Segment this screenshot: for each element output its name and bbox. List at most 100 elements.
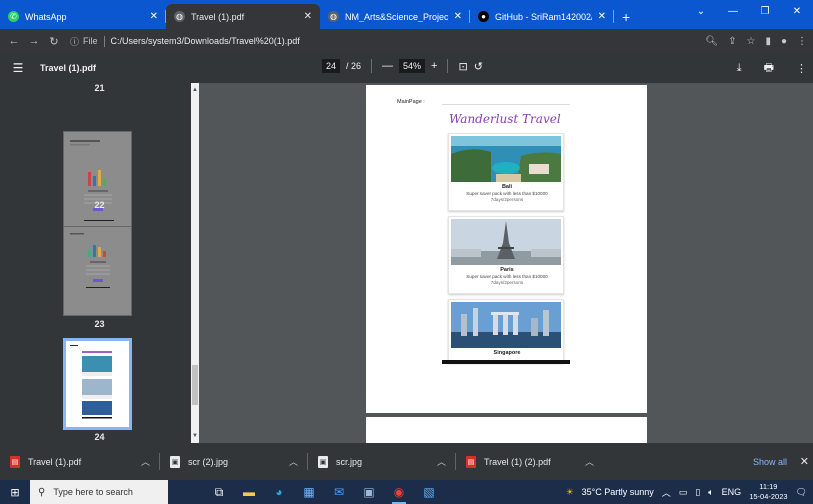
- zoom-icon[interactable]: 🔍︎: [705, 36, 718, 47]
- pdf-page-25: [366, 417, 647, 443]
- thumbnail-number: 22: [94, 200, 105, 210]
- sidepanel-icon[interactable]: ▮: [765, 36, 771, 47]
- search-icon: ⚲: [38, 486, 46, 498]
- tab-nm-arts-science[interactable]: ◍ NM_Arts&Science_Project_Docu ✕: [320, 4, 470, 29]
- profile-icon[interactable]: ●: [781, 36, 787, 47]
- tab-github[interactable]: ● GitHub - SriRam142002/Travel-p ✕: [470, 4, 614, 29]
- task-view-icon[interactable]: ⧉: [204, 480, 234, 504]
- close-icon[interactable]: ✕: [800, 443, 809, 480]
- sidebar-scroll-thumb[interactable]: [192, 365, 198, 405]
- new-tab-button[interactable]: +: [614, 4, 638, 29]
- hamburger-menu-icon[interactable]: ☰: [0, 61, 36, 75]
- scroll-up-arrow[interactable]: ▲: [191, 85, 199, 95]
- tab-travel-pdf[interactable]: ◍ Travel (1).pdf ✕: [166, 4, 320, 29]
- download-item-scr-jpg[interactable]: ▣ scr.jpg ︿: [308, 443, 456, 480]
- chevron-up-icon[interactable]: ︿: [437, 455, 446, 468]
- language-indicator[interactable]: ENG: [722, 487, 742, 497]
- thumbnail-preview: [70, 233, 110, 288]
- downloads-bar: ▤ Travel (1).pdf ︿ ▣ scr (2).jpg ︿ ▣ scr…: [0, 443, 813, 480]
- forward-button[interactable]: →: [24, 35, 44, 47]
- download-item-scr-2-jpg[interactable]: ▣ scr (2).jpg ︿: [160, 443, 308, 480]
- download-item-travel-2-pdf[interactable]: ▤ Travel (1) (2).pdf ︿: [456, 443, 604, 480]
- network-icon[interactable]: ▭: [679, 487, 688, 498]
- search-placeholder: Type here to search: [53, 487, 133, 497]
- clock-date: 15-04-2023: [749, 492, 788, 501]
- pdf-toolbar: ☰ Travel (1).pdf 24 / 26 — 54% + ⊡ ↺ ⤓ 🖶…: [0, 53, 813, 83]
- maximize-button[interactable]: ❐: [749, 0, 781, 22]
- tab-label: GitHub - SriRam142002/Travel-p: [495, 11, 592, 22]
- chevron-down-icon[interactable]: ⌄: [685, 0, 717, 22]
- close-window-button[interactable]: ✕: [781, 0, 813, 22]
- minimize-button[interactable]: —: [717, 0, 749, 22]
- thumbnail-page-24-selected[interactable]: [63, 338, 132, 430]
- info-icon[interactable]: ⓘ: [70, 35, 79, 48]
- weather-text[interactable]: 35°C Partly sunny: [582, 487, 654, 497]
- download-item-travel-pdf[interactable]: ▤ Travel (1).pdf ︿: [0, 443, 160, 480]
- chevron-up-icon[interactable]: ︿: [289, 455, 298, 468]
- card-description: Super saver pack with less than $10000: [466, 191, 548, 196]
- thumbnail-number: 21: [94, 83, 105, 93]
- page-total: / 26: [346, 61, 362, 71]
- card-duration: 7days/2persons: [490, 280, 524, 285]
- chrome-icon[interactable]: ◉: [384, 480, 414, 504]
- zoom-input[interactable]: 54%: [399, 59, 426, 73]
- share-icon[interactable]: ⇪: [728, 36, 736, 47]
- rotate-icon[interactable]: ↺: [474, 60, 483, 73]
- chevron-up-icon[interactable]: ︿: [585, 455, 594, 468]
- more-options-icon[interactable]: ⋮: [796, 62, 807, 75]
- volume-icon[interactable]: 🔈︎: [708, 487, 713, 498]
- thumbnail-preview: [70, 140, 114, 221]
- tray-chevron-icon[interactable]: ︿: [662, 486, 671, 499]
- window-controls: ⌄ — ❐ ✕: [685, 0, 813, 22]
- reload-button[interactable]: ↻: [44, 35, 64, 48]
- close-icon[interactable]: ✕: [454, 11, 462, 22]
- download-icon[interactable]: ⤓: [737, 62, 742, 75]
- thumbnail-page-23[interactable]: [63, 226, 132, 316]
- pdf-file-icon: ▤: [466, 455, 476, 468]
- kebab-menu-icon[interactable]: ⋮: [797, 36, 807, 47]
- windows-start-icon[interactable]: ⊞: [0, 486, 30, 499]
- clock[interactable]: 11:19 15-04-2023: [749, 482, 787, 502]
- omnibox[interactable]: ⓘ File C:/Users/system3/Downloads/Travel…: [70, 32, 640, 50]
- battery-icon[interactable]: ▯: [695, 487, 700, 498]
- card-title: Bali: [501, 184, 513, 190]
- close-icon[interactable]: ✕: [598, 11, 606, 22]
- page-number-input[interactable]: 24: [322, 59, 341, 73]
- globe-icon: ◍: [328, 11, 339, 22]
- zoom-out-button[interactable]: —: [382, 60, 393, 72]
- back-button[interactable]: ←: [4, 35, 24, 47]
- tab-strip: ✆ WhatsApp ✕ ◍ Travel (1).pdf ✕ ◍ NM_Art…: [0, 0, 813, 29]
- taskbar-search-input[interactable]: ⚲ Type here to search: [30, 480, 168, 504]
- fit-page-icon[interactable]: ⊡: [458, 60, 467, 73]
- singapore-photo: [451, 302, 561, 348]
- zoom-in-button[interactable]: +: [431, 60, 437, 72]
- tab-whatsapp[interactable]: ✆ WhatsApp ✕: [0, 4, 166, 29]
- photos-icon[interactable]: ▣: [354, 480, 384, 504]
- omnibox-divider: [103, 35, 105, 47]
- taskbar-apps: ⧉ ▬ ◕ ▦ ✉ ▣ ◉ ▧: [204, 480, 444, 504]
- thumbnail-page-22[interactable]: [63, 131, 132, 229]
- image-viewer-icon[interactable]: ▧: [414, 480, 444, 504]
- edge-icon[interactable]: ◕: [264, 480, 294, 504]
- github-icon: ●: [478, 11, 489, 22]
- toolbar-divider: [371, 59, 373, 73]
- close-icon[interactable]: ✕: [150, 11, 158, 22]
- notification-icon[interactable]: 🗨︎: [796, 487, 807, 498]
- store-icon[interactable]: ▦: [294, 480, 324, 504]
- scroll-down-arrow[interactable]: ▼: [191, 431, 199, 441]
- tab-label: WhatsApp: [25, 11, 67, 22]
- pdf-viewer[interactable]: MainPage : Wanderlust Travel Bali Super …: [199, 83, 813, 443]
- pdf-page-24: MainPage : Wanderlust Travel Bali Super …: [366, 85, 647, 413]
- close-icon[interactable]: ✕: [304, 11, 312, 22]
- file-explorer-icon[interactable]: ▬: [234, 480, 264, 504]
- print-icon[interactable]: 🖶︎: [764, 59, 774, 78]
- mail-icon[interactable]: ✉: [324, 480, 354, 504]
- url-text[interactable]: C:/Users/system3/Downloads/Travel%20(1).…: [111, 36, 300, 46]
- download-filename: scr.jpg: [336, 456, 363, 467]
- toolbar-divider: [447, 59, 449, 73]
- show-all-downloads-link[interactable]: Show all: [753, 443, 787, 480]
- bookmark-star-icon[interactable]: ☆: [746, 36, 755, 47]
- chevron-up-icon[interactable]: ︿: [141, 455, 150, 468]
- page-controls: 24 / 26 — 54% + ⊡ ↺: [322, 59, 483, 73]
- card-description: Super saver pack with less than $10000: [466, 274, 548, 279]
